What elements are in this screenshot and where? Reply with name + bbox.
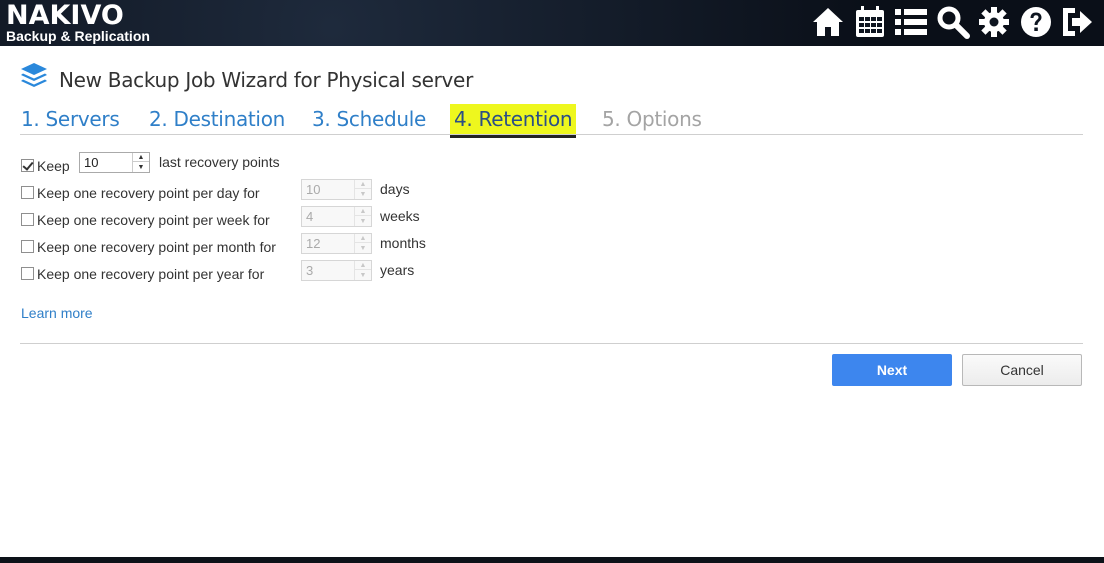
calendar-icon[interactable] xyxy=(849,4,891,40)
per-year-label: Keep one recovery point per year for xyxy=(37,266,265,282)
spin-down-arrow-icon: ▼ xyxy=(359,272,367,279)
keep-last-label: Keep xyxy=(37,158,70,174)
per-day-row: Keep one recovery point per day for ▲ ▼ … xyxy=(21,179,621,204)
wizard-header: New Backup Job Wizard for Physical serve… xyxy=(20,62,473,97)
per-month-spin-buttons: ▲ ▼ xyxy=(354,234,371,253)
per-year-suffix: years xyxy=(380,262,415,278)
keep-last-spin-buttons: ▲ ▼ xyxy=(132,153,149,172)
keep-last-input[interactable] xyxy=(80,153,131,172)
per-month-checkbox[interactable] xyxy=(21,240,34,253)
spin-up-arrow-icon: ▲ xyxy=(355,261,371,270)
per-year-row: Keep one recovery point per year for ▲ ▼… xyxy=(21,260,621,285)
tabs-divider xyxy=(20,134,1083,135)
spin-up-arrow-icon[interactable]: ▲ xyxy=(133,153,149,162)
top-bar: NAKIVO Backup & Replication xyxy=(0,0,1104,46)
spin-down-arrow-icon[interactable]: ▼ xyxy=(133,163,149,172)
per-week-label: Keep one recovery point per week for xyxy=(37,212,270,228)
per-week-suffix: weeks xyxy=(380,208,420,224)
spin-down-arrow-icon: ▼ xyxy=(359,218,367,225)
keep-last-suffix: last recovery points xyxy=(159,154,280,170)
gear-icon[interactable] xyxy=(974,4,1016,40)
per-day-label: Keep one recovery point per day for xyxy=(37,185,260,201)
per-year-spinner: ▲ ▼ xyxy=(301,260,372,281)
top-icons xyxy=(808,4,1099,40)
per-day-spinner: ▲ ▼ xyxy=(301,179,372,200)
keep-last-spinner[interactable]: ▲ ▼ xyxy=(79,152,150,173)
per-year-spin-buttons: ▲ ▼ xyxy=(354,261,371,280)
keep-last-row: Keep ▲ ▼ last recovery points xyxy=(21,152,621,177)
background-strip xyxy=(0,557,1104,563)
per-day-suffix: days xyxy=(380,181,410,197)
per-week-input xyxy=(302,207,353,226)
per-month-row: Keep one recovery point per month for ▲ … xyxy=(21,233,621,258)
per-month-suffix: months xyxy=(380,235,426,251)
per-year-input xyxy=(302,261,353,280)
per-week-checkbox[interactable] xyxy=(21,213,34,226)
tab-options: 5. Options xyxy=(602,107,702,131)
per-week-row: Keep one recovery point per week for ▲ ▼… xyxy=(21,206,621,231)
learn-more-link[interactable]: Learn more xyxy=(21,305,93,321)
spin-up-arrow-icon: ▲ xyxy=(355,234,371,243)
per-week-spinner: ▲ ▼ xyxy=(301,206,372,227)
search-icon[interactable] xyxy=(932,4,974,40)
help-icon[interactable] xyxy=(1015,4,1057,40)
tab-retention[interactable]: 4. Retention xyxy=(450,104,577,138)
per-day-checkbox[interactable] xyxy=(21,186,34,199)
per-day-input xyxy=(302,180,353,199)
spin-down-arrow-icon: ▼ xyxy=(359,245,367,252)
tab-schedule[interactable]: 3. Schedule xyxy=(308,104,430,135)
tab-servers[interactable]: 1. Servers xyxy=(17,104,123,135)
keep-last-checkbox[interactable] xyxy=(21,159,34,172)
logout-icon[interactable] xyxy=(1057,4,1099,40)
spin-down-arrow-icon: ▼ xyxy=(359,191,367,198)
app-logo[interactable]: NAKIVO Backup & Replication xyxy=(6,2,150,43)
per-month-input xyxy=(302,234,353,253)
list-icon[interactable] xyxy=(891,4,933,40)
wizard-title: New Backup Job Wizard for Physical serve… xyxy=(59,67,473,92)
home-icon[interactable] xyxy=(808,4,850,40)
per-week-spin-buttons: ▲ ▼ xyxy=(354,207,371,226)
per-year-checkbox[interactable] xyxy=(21,267,34,280)
logo-main-text: NAKIVO xyxy=(6,0,124,31)
stack-icon xyxy=(20,62,48,97)
per-day-spin-buttons: ▲ ▼ xyxy=(354,180,371,199)
next-button[interactable]: Next xyxy=(832,354,952,386)
spin-up-arrow-icon: ▲ xyxy=(355,207,371,216)
spin-up-arrow-icon: ▲ xyxy=(355,180,371,189)
wizard-panel: New Backup Job Wizard for Physical serve… xyxy=(0,46,1104,557)
logo-sub-text: Backup & Replication xyxy=(6,28,150,44)
footer-divider xyxy=(20,343,1083,344)
cancel-button[interactable]: Cancel xyxy=(962,354,1082,386)
per-month-label: Keep one recovery point per month for xyxy=(37,239,276,255)
per-month-spinner: ▲ ▼ xyxy=(301,233,372,254)
tab-destination[interactable]: 2. Destination xyxy=(145,104,289,135)
